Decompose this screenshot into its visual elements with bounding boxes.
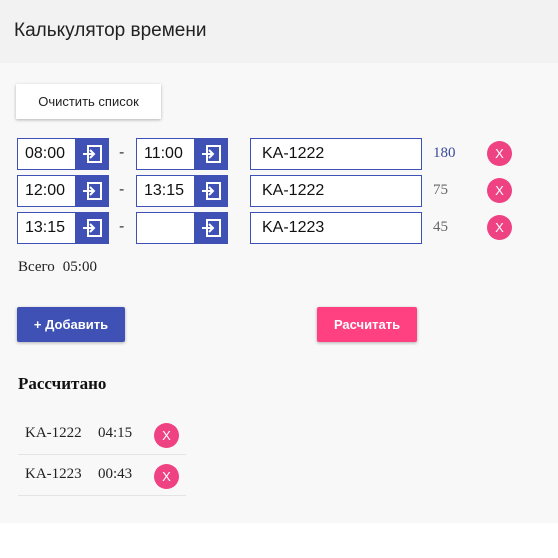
set-start-time-button[interactable] [75, 138, 109, 170]
start-time-group: 13:15 [17, 212, 109, 244]
delete-result-button[interactable]: X [154, 423, 179, 448]
delete-entry-button[interactable]: X [487, 178, 512, 203]
time-separator: - [119, 218, 125, 235]
delete-entry-button[interactable]: X [487, 141, 512, 166]
task-code-input[interactable]: KA-1222 [250, 175, 422, 207]
login-arrow-icon [202, 145, 221, 163]
calculate-button[interactable]: Расчитать [317, 307, 417, 342]
set-end-time-button[interactable] [194, 175, 228, 207]
set-start-time-button[interactable] [75, 175, 109, 207]
result-row: KA-1222 04:15 X [18, 415, 186, 455]
results-title: Рассчитано [18, 374, 107, 393]
clear-list-button[interactable]: Очистить список [16, 84, 161, 119]
result-code: KA-1222 [25, 425, 82, 441]
end-time-input[interactable] [136, 212, 194, 244]
entry-row: 13:15 - KA-1223 45 X [0, 212, 558, 244]
login-arrow-icon [83, 219, 102, 237]
start-time-input[interactable]: 08:00 [17, 138, 75, 170]
set-start-time-button[interactable] [75, 212, 109, 244]
login-arrow-icon [202, 182, 221, 200]
time-separator: - [119, 181, 125, 198]
duration-minutes: 45 [433, 219, 448, 235]
total-value: 05:00 [62, 259, 97, 275]
task-code-input[interactable]: KA-1223 [250, 212, 422, 244]
page-title: Калькулятор времени [14, 20, 207, 41]
entry-row: 12:00 - 13:15 KA-1222 75 X [0, 175, 558, 207]
set-end-time-button[interactable] [194, 212, 228, 244]
login-arrow-icon [83, 182, 102, 200]
duration-minutes: 180 [433, 145, 456, 161]
delete-entry-button[interactable]: X [487, 215, 512, 240]
total-summary: Всего 05:00 [18, 259, 97, 276]
time-separator: - [119, 144, 125, 161]
add-entry-button[interactable]: + Добавить [17, 307, 125, 342]
result-time: 04:15 [98, 425, 133, 441]
start-time-input[interactable]: 12:00 [17, 175, 75, 207]
start-time-group: 12:00 [17, 175, 109, 207]
task-code-input[interactable]: KA-1222 [250, 138, 422, 170]
end-time-group [136, 212, 228, 244]
entry-row: 08:00 - 11:00 KA-1222 180 X [0, 138, 558, 170]
login-arrow-icon [202, 219, 221, 237]
end-time-group: 13:15 [136, 175, 228, 207]
end-time-group: 11:00 [136, 138, 228, 170]
duration-minutes: 75 [433, 182, 448, 198]
result-code: KA-1223 [25, 466, 82, 482]
start-time-input[interactable]: 13:15 [17, 212, 75, 244]
end-time-input[interactable]: 11:00 [136, 138, 194, 170]
result-time: 00:43 [98, 466, 133, 482]
end-time-input[interactable]: 13:15 [136, 175, 194, 207]
total-label: Всего [18, 259, 55, 275]
app-header: Калькулятор времени [0, 0, 558, 63]
delete-result-button[interactable]: X [154, 464, 179, 489]
start-time-group: 08:00 [17, 138, 109, 170]
result-row: KA-1223 00:43 X [18, 456, 186, 496]
login-arrow-icon [83, 145, 102, 163]
set-end-time-button[interactable] [194, 138, 228, 170]
